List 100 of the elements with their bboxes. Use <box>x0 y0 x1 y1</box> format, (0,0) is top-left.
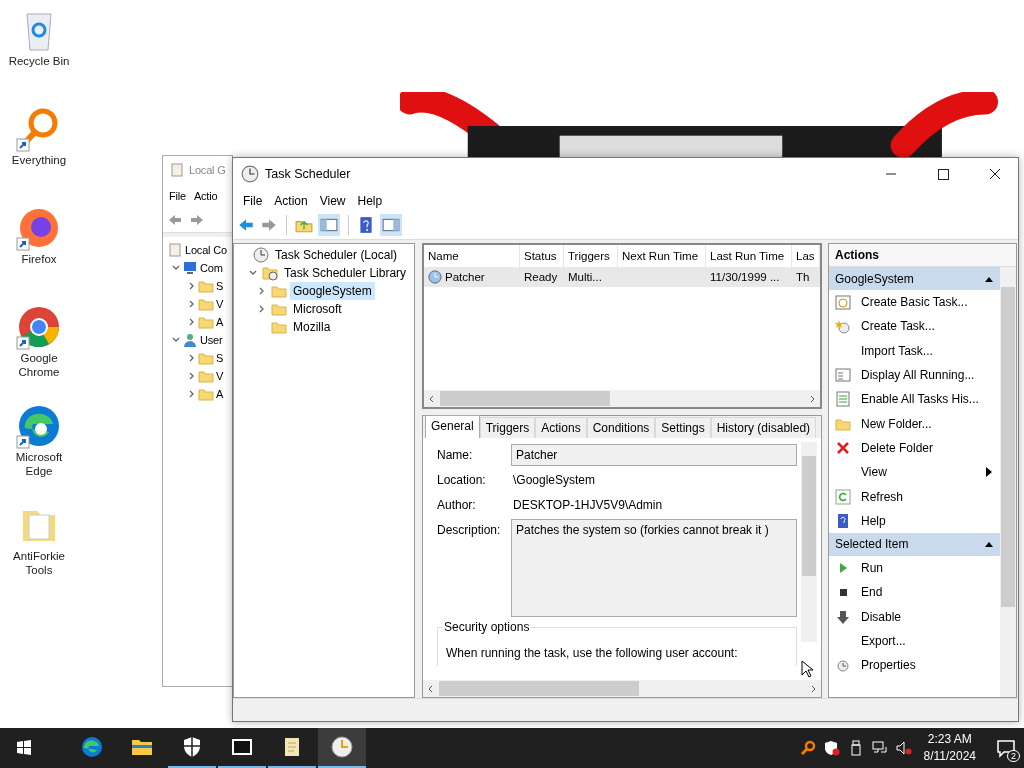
notification-button[interactable]: 2 <box>988 728 1024 768</box>
forward-arrow-icon[interactable] <box>189 212 205 228</box>
mouse-cursor-icon <box>801 660 813 678</box>
delete-x-icon <box>835 439 851 456</box>
folder-icon <box>198 350 214 366</box>
pane-command[interactable]: End <box>829 580 1000 605</box>
folder-icon <box>198 278 214 294</box>
description-field[interactable]: Patches the system so (forkies cannot break it ) <box>511 519 797 617</box>
pane-command[interactable]: Help <box>829 508 1000 533</box>
taskbar-clock[interactable]: 2:23 AM 8/11/2024 <box>923 731 976 765</box>
clock-star-icon <box>835 318 851 335</box>
tree-item[interactable]: V <box>215 367 225 385</box>
menu-item[interactable]: File <box>165 188 190 204</box>
task-row[interactable]: Patcher Ready Multi... 11/30/1999 ... Th <box>424 267 820 287</box>
tab[interactable]: Conditions <box>586 417 656 438</box>
message-icon <box>996 738 1016 758</box>
menu-item[interactable]: Help <box>351 191 389 210</box>
tree-item[interactable]: A <box>215 385 225 403</box>
field-label: Name: <box>437 447 474 464</box>
desktop-icon-label[interactable]: Everything <box>1 153 77 167</box>
table-cell: Multi... <box>568 271 602 283</box>
show-hide-tree-icon[interactable] <box>318 214 340 236</box>
shield-warning-icon[interactable] <box>823 740 840 756</box>
tree-item[interactable]: Task Scheduler (Local) <box>272 246 401 264</box>
section-header[interactable]: GoogleSystem <box>829 267 1000 290</box>
menu-item[interactable]: Action <box>268 191 314 210</box>
windows-start-icon[interactable] <box>16 740 32 756</box>
pane-command[interactable]: Properties <box>829 653 1000 678</box>
tree-item[interactable]: GoogleSystem <box>290 282 375 300</box>
tab[interactable]: History (disabled) <box>710 417 817 438</box>
tab[interactable]: Settings <box>655 417 711 438</box>
refresh-icon <box>835 488 851 505</box>
tree-item[interactable]: Task Scheduler Library <box>281 264 410 282</box>
desktop-icon-label[interactable]: Firefox <box>1 252 77 266</box>
vertical-scrollbar[interactable] <box>1000 267 1016 697</box>
show-hide-action-pane-icon[interactable] <box>380 214 402 236</box>
desktop-icon-label[interactable]: AntiForkie Tools <box>1 549 77 577</box>
menu-item[interactable]: Actio <box>189 188 222 204</box>
tree-item[interactable]: Local Co <box>184 241 228 259</box>
tree-item[interactable]: User <box>199 331 224 349</box>
computer-icon <box>182 260 198 276</box>
window-list-icon <box>835 367 851 384</box>
window-title: Local G <box>189 164 226 176</box>
folder-icon <box>198 296 214 312</box>
menu-item[interactable]: File <box>237 191 269 210</box>
clock-icon <box>241 165 259 183</box>
folder-icon <box>271 283 287 299</box>
submenu-arrow-icon <box>986 467 992 478</box>
tree-item[interactable]: A <box>215 313 225 331</box>
pane-command[interactable]: Create Task... <box>829 314 1000 339</box>
back-arrow-icon[interactable] <box>167 212 183 228</box>
pane-command[interactable]: Run <box>829 555 1000 581</box>
tree-item[interactable]: Mozilla <box>290 318 334 336</box>
tree-item[interactable]: Microsoft <box>290 300 345 318</box>
table-cell: Th <box>796 271 810 283</box>
tree-item[interactable]: S <box>215 277 225 295</box>
pane-command[interactable]: Delete Folder <box>829 435 1000 461</box>
pane-command[interactable]: New Folder... <box>829 411 1000 436</box>
network-icon[interactable] <box>871 740 888 756</box>
desktop-icon-label[interactable]: Microsoft Edge <box>1 450 77 478</box>
clock-icon <box>835 657 851 674</box>
vertical-scrollbar[interactable] <box>801 442 817 642</box>
pane-command[interactable]: Disable <box>829 604 1000 629</box>
pane-command[interactable]: Display All Running... <box>829 362 1000 388</box>
tree-item[interactable]: V <box>215 295 225 313</box>
folder-clock-icon <box>262 265 278 281</box>
actions-pane-title: Actions <box>829 244 1016 267</box>
pane-command[interactable]: Create Basic Task... <box>829 290 1000 315</box>
table-cell: Ready <box>524 271 558 283</box>
pane-command[interactable]: View <box>829 460 1000 485</box>
section-header[interactable]: Selected Item <box>829 532 1000 556</box>
tree-item[interactable]: S <box>215 349 225 367</box>
collapse-triangle-icon[interactable] <box>984 540 994 549</box>
tab[interactable]: Actions <box>535 417 587 438</box>
notification-count: 2 <box>1007 750 1020 762</box>
window-title: Task Scheduler <box>265 167 351 181</box>
tab[interactable]: General <box>425 415 480 438</box>
clock-icon <box>330 735 354 759</box>
tab[interactable]: Triggers <box>479 417 536 438</box>
document-icon <box>169 162 185 178</box>
pane-command[interactable]: Enable All Tasks His... <box>829 387 1000 412</box>
help-icon <box>835 512 851 529</box>
table-cell: Patcher <box>445 271 485 283</box>
desktop-icon-label[interactable]: Recycle Bin <box>1 54 77 68</box>
pane-command[interactable]: Import Task... <box>829 338 1000 363</box>
name-field[interactable]: Patcher <box>511 444 797 466</box>
tree-item[interactable]: Com <box>199 259 224 277</box>
desktop-icon-label[interactable]: Google Chrome <box>1 351 77 379</box>
speaker-muted-icon[interactable] <box>895 740 912 756</box>
pane-command[interactable]: Refresh <box>829 484 1000 509</box>
document-icon <box>167 242 183 258</box>
clock-taskbar-button[interactable] <box>318 728 366 768</box>
help-icon[interactable] <box>357 216 375 234</box>
section-title: Selected Item <box>835 537 909 552</box>
magnifier-icon[interactable] <box>799 740 816 756</box>
security-text: When running the task, use the following user account: <box>446 646 739 660</box>
folder-icon <box>198 368 214 384</box>
pane-command[interactable]: Export... <box>829 628 1000 654</box>
menu-item[interactable]: View <box>313 191 352 210</box>
document-list-icon <box>835 391 851 408</box>
